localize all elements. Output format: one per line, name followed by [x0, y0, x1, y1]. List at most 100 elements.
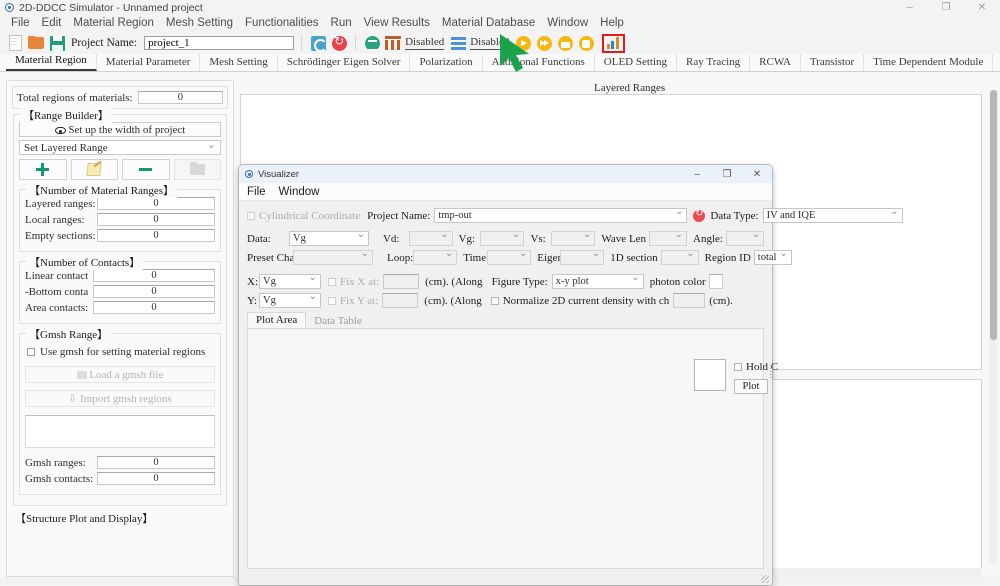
visualizer-menu-file[interactable]: File	[247, 186, 266, 198]
use-gmsh-checkbox[interactable]	[27, 348, 35, 356]
use-gmsh-checkbox-row[interactable]: Use gmsh for setting material regions	[27, 346, 213, 358]
open-folder-icon[interactable]	[27, 34, 45, 52]
visualizer-menu-window[interactable]: Window	[279, 186, 320, 198]
linear-contact-value[interactable]: 0	[93, 269, 215, 282]
gmsh-ranges-value[interactable]: 0	[97, 456, 215, 469]
one-d-section-select[interactable]: ⌄	[660, 248, 699, 265]
visualizer-maximize-button[interactable]: ❐	[712, 165, 742, 183]
tab-ray-tracing[interactable]: Ray Tracing	[677, 54, 751, 71]
add-range-icon[interactable]	[19, 159, 67, 180]
blue-lines-icon[interactable]	[449, 34, 467, 52]
vs-select[interactable]: ⌄	[551, 229, 596, 246]
fix-y-checkbox[interactable]	[328, 296, 336, 305]
region-id-select[interactable]: total ⌄	[753, 248, 792, 265]
tab-time-dependent-module[interactable]: Time Dependent Module	[864, 54, 994, 71]
tab-polarization[interactable]: Polarization	[410, 54, 483, 71]
tab-data-table[interactable]: Data Table	[306, 314, 370, 328]
tab-material-region[interactable]: Material Region	[6, 52, 97, 71]
loop-select[interactable]: ⌄	[413, 248, 458, 265]
menu-item-file[interactable]: File	[5, 15, 36, 32]
load-gmsh-file-button[interactable]: Load a gmsh file	[25, 366, 215, 383]
minimize-button[interactable]: –	[892, 0, 928, 15]
vg-select[interactable]: ⌄	[480, 229, 525, 246]
run-all-icon[interactable]	[535, 34, 553, 52]
menu-item-view-results[interactable]: View Results	[358, 15, 436, 32]
normalize-input[interactable]	[673, 293, 706, 308]
layered-range-select[interactable]: Set Layered Range	[19, 138, 221, 155]
plot-preview-box[interactable]	[694, 359, 726, 391]
close-button[interactable]: ✕	[964, 0, 1000, 15]
area-contacts-value[interactable]: 0	[93, 301, 215, 314]
tab-transistor[interactable]: Transistor	[801, 54, 865, 71]
menu-item-help[interactable]: Help	[594, 15, 630, 32]
menu-item-material-database[interactable]: Material Database	[436, 15, 541, 32]
fix-y-input[interactable]	[382, 293, 419, 308]
red-sync-icon[interactable]	[330, 34, 348, 52]
mesh-refresh-icon[interactable]	[309, 34, 327, 52]
visualizer-minimize-button[interactable]: –	[682, 165, 712, 183]
plot-button[interactable]: Plot	[734, 379, 768, 394]
tab-mesh-setting[interactable]: Mesh Setting	[200, 54, 278, 71]
tab-plot-area[interactable]: Plot Area	[247, 312, 307, 328]
red-sync-icon[interactable]	[693, 208, 706, 222]
tab-material-parameter[interactable]: Material Parameter	[97, 54, 201, 71]
new-document-icon[interactable]	[6, 34, 24, 52]
local-ranges-value[interactable]: 0	[97, 213, 215, 226]
photon-color-input[interactable]	[708, 274, 723, 289]
menu-item-material-region[interactable]: Material Region	[67, 15, 160, 32]
import-gmsh-regions-button[interactable]: ⇩ Import gmsh regions	[25, 390, 215, 407]
visualizer-resize-handle-right[interactable]	[770, 365, 774, 379]
hold-curve-checkbox[interactable]	[734, 363, 742, 371]
run-icon[interactable]	[514, 34, 532, 52]
save-icon[interactable]	[48, 34, 66, 52]
tab-additional-functions[interactable]: Additional Functions	[483, 54, 595, 71]
y-select[interactable]: Vg ⌄	[259, 291, 321, 308]
tab-schrodinger-eigen-solver[interactable]: Schrödinger Eigen Solver	[278, 54, 411, 71]
chart-visualizer-icon[interactable]	[602, 33, 626, 53]
figure-type-select[interactable]: x-y plot ⌄	[551, 272, 644, 289]
cylindrical-coordinate-checkbox[interactable]	[247, 211, 255, 220]
preset-chart-select[interactable]: ⌄	[293, 248, 373, 265]
vertical-scrollbar-thumb[interactable]	[990, 90, 997, 340]
project-name-input[interactable]	[144, 36, 295, 50]
pillars-icon[interactable]	[384, 34, 402, 52]
fix-x-checkbox[interactable]	[328, 277, 336, 286]
stop-icon[interactable]	[577, 34, 595, 52]
layered-ranges-value[interactable]: 0	[97, 197, 215, 210]
visualizer-resize-grip[interactable]	[761, 575, 769, 583]
remove-range-icon[interactable]	[122, 159, 170, 180]
menu-item-window[interactable]: Window	[541, 15, 594, 32]
fix-x-input[interactable]	[383, 274, 420, 289]
time-select[interactable]: ⌄	[487, 248, 532, 265]
vd-select[interactable]: ⌄	[408, 229, 453, 246]
menu-item-functionalities[interactable]: Functionalities	[239, 15, 325, 32]
tab-rcwa[interactable]: RCWA	[750, 54, 801, 71]
wave-len-select[interactable]: ⌄	[649, 229, 688, 246]
green-device-icon[interactable]	[363, 34, 381, 52]
plot-area-canvas[interactable]	[247, 329, 764, 569]
gmsh-contacts-value[interactable]: 0	[97, 472, 215, 485]
tab-oled-setting[interactable]: OLED Setting	[595, 54, 678, 71]
data-select[interactable]: Vg ⌄	[288, 229, 369, 246]
save-results-icon[interactable]	[556, 34, 574, 52]
x-select[interactable]: Vg ⌄	[259, 272, 321, 289]
gmsh-file-field[interactable]	[25, 415, 215, 448]
menu-item-edit[interactable]: Edit	[36, 15, 68, 32]
data-type-select[interactable]: IV and IQE ⌄	[762, 206, 903, 223]
normalize-checkbox[interactable]	[490, 296, 499, 305]
vertical-scrollbar[interactable]	[989, 90, 998, 563]
visualizer-titlebar[interactable]: Visualizer – ❐ ✕	[239, 165, 772, 183]
open-range-folder-icon[interactable]	[173, 159, 221, 180]
total-regions-value[interactable]: 0	[137, 91, 223, 104]
tab-solar-cell[interactable]: Solar Cell	[993, 54, 1000, 71]
visualizer-close-button[interactable]: ✕	[742, 165, 772, 183]
edit-range-icon[interactable]	[70, 159, 118, 180]
empty-sections-value[interactable]: 0	[97, 229, 215, 242]
bottom-contact-value[interactable]: 0	[93, 285, 215, 298]
maximize-button[interactable]: ❐	[928, 0, 964, 15]
menu-item-run[interactable]: Run	[325, 15, 358, 32]
menu-item-mesh-setting[interactable]: Mesh Setting	[160, 15, 239, 32]
angle-select[interactable]: ⌄	[726, 229, 764, 246]
set-width-button[interactable]: Set up the width of project	[19, 122, 221, 137]
eigen-select[interactable]: ⌄	[560, 248, 605, 265]
